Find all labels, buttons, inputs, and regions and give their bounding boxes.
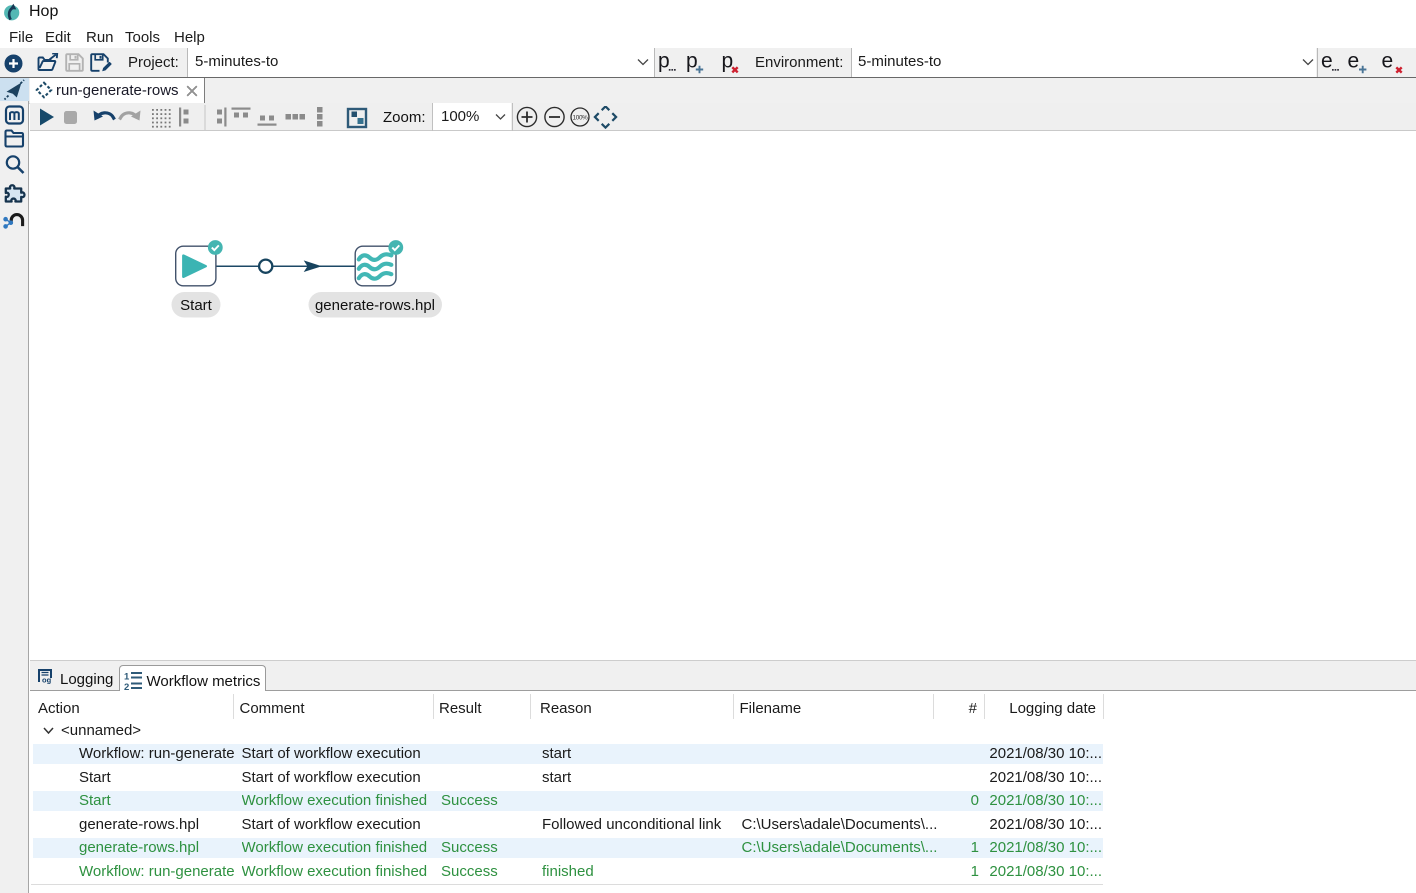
svg-text:e: e: [1321, 50, 1333, 73]
svg-text:Start: Start: [180, 297, 213, 314]
svg-text:p: p: [658, 50, 670, 73]
svg-text:e: e: [1348, 50, 1360, 73]
svg-text:1: 1: [124, 671, 130, 682]
svg-text:100%: 100%: [573, 114, 589, 121]
svg-text:og: og: [42, 676, 52, 685]
svg-text:2: 2: [124, 682, 129, 691]
svg-text:e: e: [1382, 50, 1394, 73]
svg-text:p: p: [722, 50, 734, 73]
svg-text:generate-rows.hpl: generate-rows.hpl: [315, 297, 435, 314]
